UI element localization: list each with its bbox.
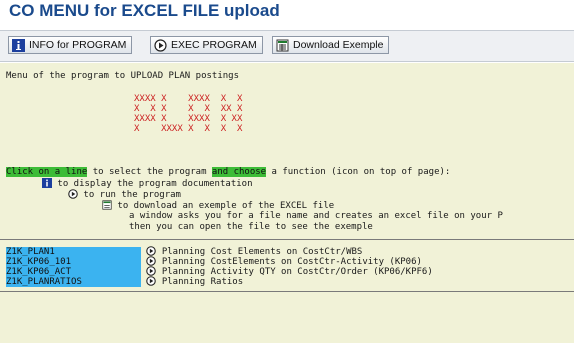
application-toolbar: INFO for PROGRAM EXEC PROGRAM Download E…	[0, 30, 574, 62]
logo-line-3: XXXX X XXXX X XX	[134, 114, 243, 124]
info-icon	[12, 38, 25, 52]
exec-program-label: EXEC PROGRAM	[171, 39, 257, 51]
separator-bottom	[0, 291, 574, 292]
intro-text: Menu of the program to UPLOAD PLAN posti…	[6, 71, 239, 81]
instruction-run-text: to run the program	[83, 190, 181, 200]
separator-top	[0, 239, 574, 240]
instruction-doc-text: to display the program documentation	[57, 179, 253, 189]
execute-icon	[154, 38, 167, 52]
execute-icon[interactable]	[146, 276, 157, 289]
logo-line-4: X XXXX X X X X	[134, 124, 243, 134]
download-exemple-label: Download Exemple	[293, 39, 384, 51]
program-name[interactable]: Z1K_PLANRATIOS	[6, 277, 141, 287]
info-icon	[42, 178, 52, 191]
info-program-button[interactable]: INFO for PROGRAM	[8, 36, 133, 54]
logo-line-2: X X X X X XX X	[134, 104, 243, 114]
logo-line-1: XXXX X XXXX X X	[134, 94, 243, 104]
instruction-line-1: Click on a line to select the program an…	[6, 167, 450, 177]
highlight-choose: and choose	[211, 167, 267, 177]
download-exemple-button[interactable]: Download Exemple	[272, 36, 390, 54]
download-icon	[102, 200, 112, 213]
program-row[interactable]: Z1K_PLANRATIOS Planning Ratios	[6, 276, 243, 289]
exec-program-button[interactable]: EXEC PROGRAM	[150, 36, 263, 54]
program-description: Planning Ratios	[161, 277, 244, 287]
highlight-click-line: Click on a line	[6, 167, 88, 177]
instruction-text-function: a function (icon on top of page):	[266, 167, 451, 177]
instruction-line-6: then you can open the file to see the ex…	[129, 222, 373, 232]
execute-icon	[68, 189, 78, 202]
instruction-line-5: a window asks you for a file name and cr…	[129, 211, 503, 221]
instruction-text-select: to select the program	[87, 167, 212, 177]
instruction-download-text: to download an exemple of the EXCEL file	[117, 201, 335, 211]
page-title: CO MENU for EXCEL FILE upload	[9, 1, 280, 20]
download-icon	[276, 39, 289, 52]
info-program-label: INFO for PROGRAM	[29, 39, 127, 51]
list-output-panel: Menu of the program to UPLOAD PLAN posti…	[0, 63, 574, 343]
